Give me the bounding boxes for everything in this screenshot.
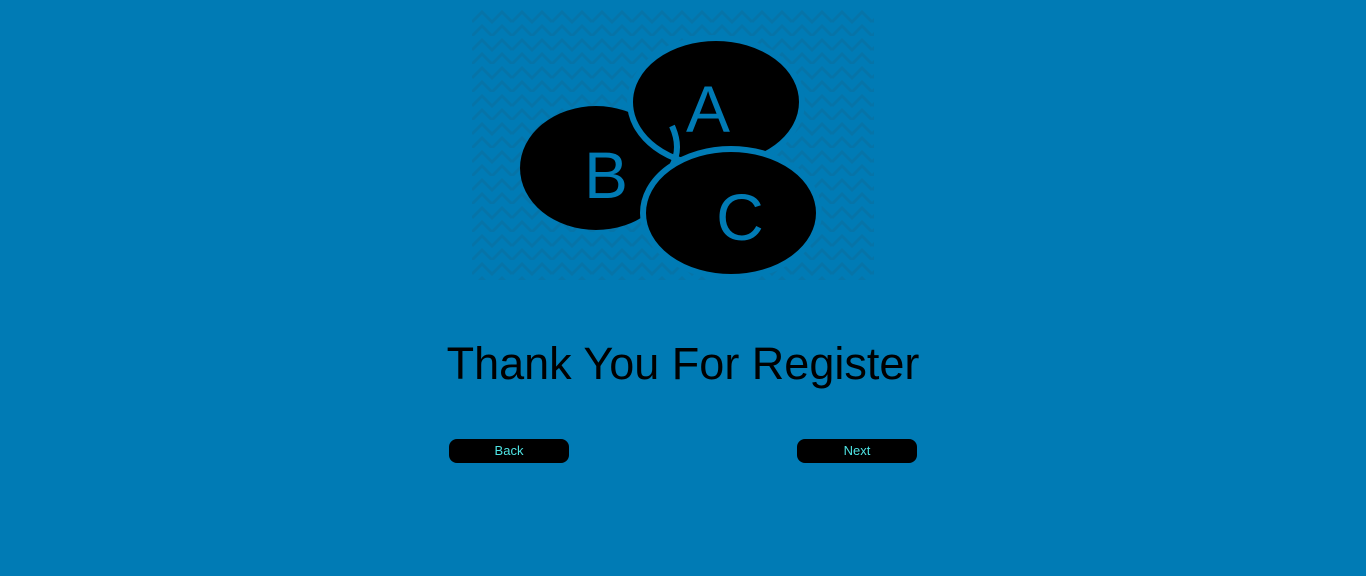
logo-letter-a: A <box>686 72 730 146</box>
back-button[interactable]: Back <box>449 439 569 463</box>
abc-logo: A B C <box>472 8 874 280</box>
logo-letter-b: B <box>584 138 628 212</box>
logo-letter-c: C <box>716 180 764 254</box>
next-button[interactable]: Next <box>797 439 917 463</box>
thank-you-page: A B C Thank You For Register Back Next <box>0 0 1366 576</box>
page-title: Thank You For Register <box>446 338 920 389</box>
